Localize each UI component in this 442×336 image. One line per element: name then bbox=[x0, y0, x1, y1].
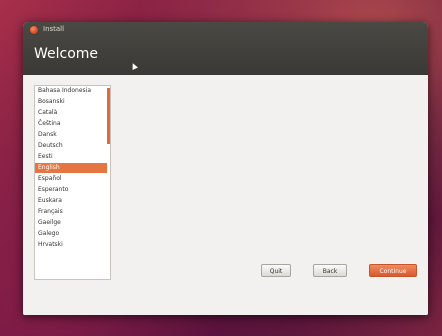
language-item[interactable]: Bosanski bbox=[35, 97, 107, 107]
mouse-pointer-icon bbox=[130, 62, 138, 70]
back-button[interactable]: Back bbox=[313, 264, 347, 277]
language-item[interactable]: Eesti bbox=[35, 152, 107, 162]
page-title: Welcome bbox=[34, 46, 99, 62]
close-icon[interactable] bbox=[30, 26, 38, 34]
title-bar[interactable]: Install bbox=[23, 22, 428, 38]
language-item-selected[interactable]: English bbox=[35, 163, 107, 173]
language-item[interactable]: Deutsch bbox=[35, 141, 107, 151]
release-notes-pane bbox=[116, 85, 416, 278]
installer-window: Install Welcome Bahasa Indonesia Bosansk… bbox=[23, 22, 428, 315]
quit-button[interactable]: Quit bbox=[261, 264, 291, 277]
language-item[interactable]: Čeština bbox=[35, 119, 107, 129]
language-item[interactable]: Dansk bbox=[35, 130, 107, 140]
window-title: Install bbox=[43, 25, 65, 33]
continue-button[interactable]: Continue bbox=[369, 264, 417, 277]
scrollbar-thumb[interactable] bbox=[107, 88, 110, 144]
window-header: Install Welcome bbox=[23, 22, 428, 75]
language-item[interactable]: Español bbox=[35, 174, 107, 184]
content-area: Bahasa Indonesia Bosanski Català Čeština… bbox=[23, 75, 428, 315]
language-item[interactable]: Català bbox=[35, 108, 107, 118]
language-item[interactable]: Français bbox=[35, 207, 107, 217]
language-list[interactable]: Bahasa Indonesia Bosanski Català Čeština… bbox=[34, 85, 111, 280]
language-item[interactable]: Euskara bbox=[35, 196, 107, 206]
language-list-scrollbar[interactable] bbox=[107, 86, 110, 279]
language-item[interactable]: Gaeilge bbox=[35, 218, 107, 228]
language-item[interactable]: Esperanto bbox=[35, 185, 107, 195]
language-item[interactable]: Hrvatski bbox=[35, 240, 107, 250]
language-item[interactable]: Bahasa Indonesia bbox=[35, 86, 107, 96]
language-item[interactable]: Galego bbox=[35, 229, 107, 239]
